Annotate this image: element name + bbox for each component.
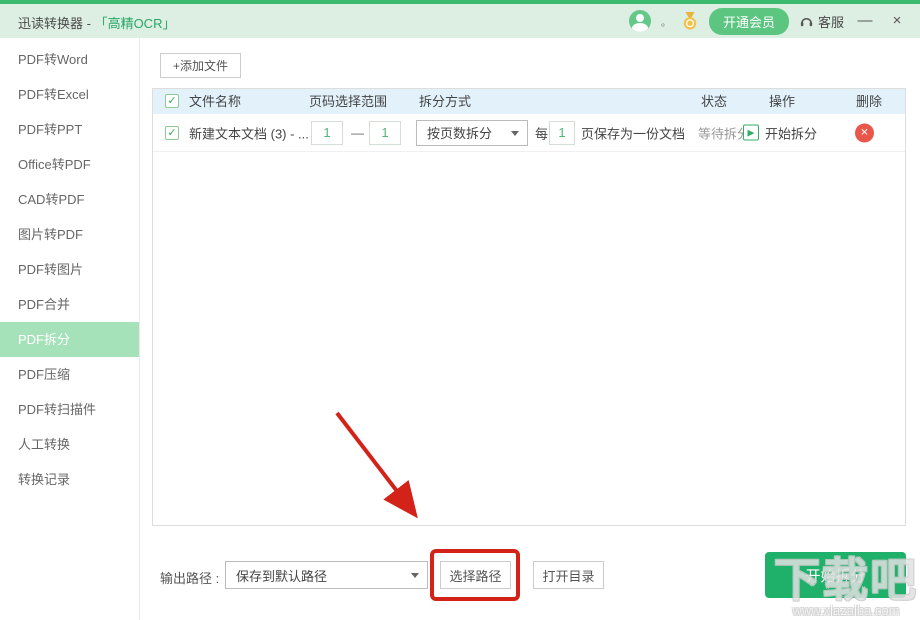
sidebar-list: PDF转Word PDF转Excel PDF转PPT Office转PDF CA… — [0, 42, 139, 497]
chevron-down-icon — [411, 573, 419, 578]
titlebar-right-controls: 。 开通会员 客服 — × — [629, 4, 908, 38]
start-split-button[interactable]: 开始拆分 — [765, 552, 906, 598]
header-action: 操作 — [769, 89, 795, 114]
row-delete-button[interactable]: ✕ — [855, 123, 874, 142]
pages-per-doc-input[interactable] — [549, 121, 575, 145]
customer-service-button[interactable]: 客服 — [799, 12, 844, 31]
username-text: 。 — [661, 14, 671, 29]
app-window: 迅读转换器 - 「高精OCR」 。 开通会员 — [0, 0, 920, 620]
watermark-small-text: www.xiazaiba.com — [774, 603, 918, 618]
table-row: ✓ 新建文本文档 (3) - ... — 按页数拆分 每 页保存为一份文档 等待… — [153, 114, 905, 152]
sidebar-item-pdf-to-ppt[interactable]: PDF转PPT — [0, 112, 139, 147]
split-method-value: 按页数拆分 — [427, 123, 492, 142]
app-title: 迅读转换器 - 「高精OCR」 — [18, 13, 175, 32]
sidebar-item-pdf-to-image[interactable]: PDF转图片 — [0, 252, 139, 287]
vip-medal-icon[interactable] — [681, 12, 699, 30]
row-start-split-action[interactable]: ▶ 开始拆分 — [743, 123, 817, 142]
titlebar: 迅读转换器 - 「高精OCR」 。 开通会员 — [0, 4, 920, 38]
page-from-input[interactable] — [311, 121, 343, 145]
play-icon: ▶ — [743, 125, 759, 141]
output-path-value: 保存到默认路径 — [236, 566, 327, 585]
sidebar-item-pdf-split[interactable]: PDF拆分 — [0, 322, 139, 357]
sidebar-item-pdf-to-scan[interactable]: PDF转扫描件 — [0, 392, 139, 427]
close-button[interactable]: × — [886, 4, 908, 38]
minimize-button[interactable]: — — [854, 4, 876, 38]
headset-icon — [799, 14, 814, 29]
table-header-row: ✓ 文件名称 页码选择范围 拆分方式 状态 操作 删除 — [153, 89, 905, 114]
row-checkbox[interactable]: ✓ — [165, 126, 179, 140]
select-all-checkbox[interactable]: ✓ — [165, 94, 179, 108]
output-path-select[interactable]: 保存到默认路径 — [225, 561, 428, 589]
app-title-text: 迅读转换器 - — [18, 16, 95, 31]
header-delete: 删除 — [856, 89, 882, 114]
sidebar-item-office-to-pdf[interactable]: Office转PDF — [0, 147, 139, 182]
header-status: 状态 — [701, 89, 727, 114]
row-start-split-label: 开始拆分 — [765, 123, 817, 142]
sidebar-item-cad-to-pdf[interactable]: CAD转PDF — [0, 182, 139, 217]
sidebar-item-pdf-compress[interactable]: PDF压缩 — [0, 357, 139, 392]
page-to-input[interactable] — [369, 121, 401, 145]
per-prefix-label: 每 — [535, 123, 548, 142]
header-split-method: 拆分方式 — [419, 89, 471, 114]
sidebar-item-pdf-to-excel[interactable]: PDF转Excel — [0, 77, 139, 112]
header-page-range: 页码选择范围 — [309, 89, 387, 114]
user-avatar-icon[interactable] — [629, 10, 651, 32]
split-method-select[interactable]: 按页数拆分 — [416, 120, 528, 146]
sidebar-item-pdf-to-word[interactable]: PDF转Word — [0, 42, 139, 77]
customer-service-label: 客服 — [818, 12, 844, 31]
avatar-head-shape — [636, 14, 644, 22]
app-title-highlight: 「高精OCR」 — [95, 16, 176, 31]
sidebar: PDF转Word PDF转Excel PDF转PPT Office转PDF CA… — [0, 38, 140, 620]
row-file-name: 新建文本文档 (3) - ... — [189, 123, 309, 142]
choose-path-button[interactable]: 选择路径 — [440, 561, 511, 589]
page-range-separator: — — [351, 125, 364, 140]
per-suffix-label: 页保存为一份文档 — [581, 123, 685, 142]
sidebar-item-pdf-merge[interactable]: PDF合并 — [0, 287, 139, 322]
output-path-label: 输出路径 : — [160, 568, 219, 587]
sidebar-item-image-to-pdf[interactable]: 图片转PDF — [0, 217, 139, 252]
file-table: ✓ 文件名称 页码选择范围 拆分方式 状态 操作 删除 ✓ 新建文本文档 (3)… — [152, 88, 906, 526]
open-vip-button[interactable]: 开通会员 — [709, 8, 789, 35]
add-file-button[interactable]: +添加文件 — [160, 53, 241, 78]
header-file-name: 文件名称 — [189, 89, 241, 114]
avatar-body-shape — [632, 23, 648, 32]
open-directory-button[interactable]: 打开目录 — [533, 561, 604, 589]
chevron-down-icon — [511, 131, 519, 136]
sidebar-item-convert-history[interactable]: 转换记录 — [0, 462, 139, 497]
sidebar-item-manual-convert[interactable]: 人工转换 — [0, 427, 139, 462]
